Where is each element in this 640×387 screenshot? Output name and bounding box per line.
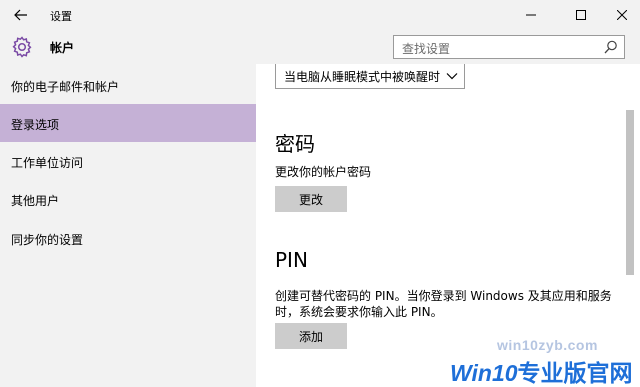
sidebar-item-label: 你的电子邮件和帐户 (11, 80, 120, 94)
dropdown-value: 当电脑从睡眠模式中被唤醒时 (284, 70, 441, 84)
minimize-icon (526, 14, 536, 16)
search-input[interactable]: 查找设置 (393, 35, 625, 59)
add-pin-button[interactable]: 添加 (275, 323, 347, 349)
search-placeholder: 查找设置 (402, 42, 451, 56)
back-button[interactable] (8, 3, 34, 27)
search-icon[interactable] (604, 40, 618, 54)
change-password-button[interactable]: 更改 (275, 186, 347, 212)
sidebar: 你的电子邮件和帐户 登录选项 工作单位访问 其他用户 同步你的设置 (0, 64, 256, 387)
close-icon (616, 10, 627, 20)
arrow-left-icon (14, 9, 27, 21)
chevron-down-icon (446, 73, 458, 80)
title-bar: 设置 (0, 0, 640, 30)
page-header: 帐户 查找设置 (0, 30, 640, 64)
page-title: 帐户 (50, 41, 75, 55)
maximize-button[interactable] (559, 0, 603, 30)
close-button[interactable] (603, 0, 640, 30)
sidebar-item-label: 其他用户 (11, 194, 60, 208)
pin-description-line1: 创建可替代密码的 PIN。当你登录到 Windows 及其应用和服务 (275, 289, 612, 303)
watermark-brand-suffix: 专业版官网 (517, 360, 633, 386)
scrollbar[interactable] (626, 110, 634, 275)
sidebar-item-sync-settings[interactable]: 同步你的设置 (0, 219, 256, 257)
sidebar-item-label: 同步你的设置 (11, 233, 84, 247)
require-signin-dropdown[interactable]: 当电脑从睡眠模式中被唤醒时 (275, 64, 465, 89)
pin-description-line2: 时，系统会要求你输入此 PIN。 (275, 305, 443, 319)
gear-icon (12, 36, 32, 58)
sidebar-item-label: 登录选项 (11, 118, 60, 132)
watermark-brand: Win10专业版官网 (450, 354, 633, 387)
password-description: 更改你的帐户密码 (275, 165, 372, 179)
sidebar-item-work-access[interactable]: 工作单位访问 (0, 142, 256, 180)
watermark-brand-prefix: Win10 (450, 360, 518, 386)
sidebar-item-sign-in-options[interactable]: 登录选项 (0, 104, 256, 142)
password-heading: 密码 (275, 132, 315, 156)
sidebar-item-label: 工作单位访问 (11, 156, 84, 170)
sidebar-item-email-accounts[interactable]: 你的电子邮件和帐户 (0, 66, 256, 104)
watermark-url: win10zyb.com (497, 337, 598, 353)
maximize-icon (576, 10, 586, 20)
window-title: 设置 (50, 10, 72, 23)
minimize-button[interactable] (509, 0, 553, 30)
pin-heading: PIN (275, 248, 308, 272)
sidebar-item-other-users[interactable]: 其他用户 (0, 180, 256, 218)
